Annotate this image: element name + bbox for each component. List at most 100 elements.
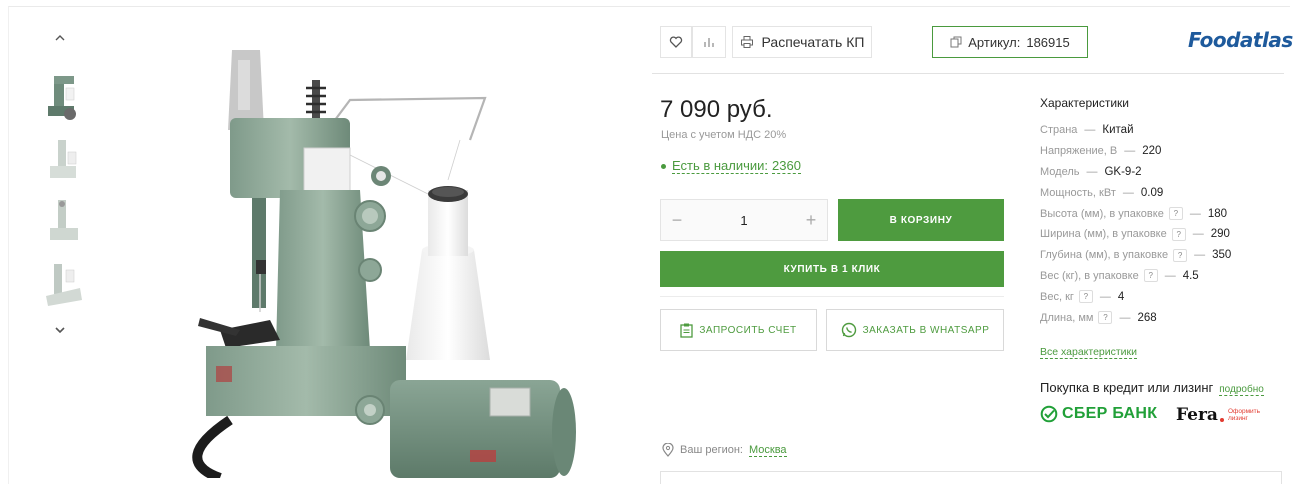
stock-label: Есть в наличии:	[672, 158, 769, 174]
spec-label: Высота (мм), в упаковке	[1040, 207, 1164, 220]
spec-label: Ширина (мм), в упаковке	[1040, 228, 1167, 241]
thumbnail-1[interactable]	[40, 70, 88, 124]
help-icon[interactable]: ?	[1168, 207, 1183, 221]
copy-icon	[950, 36, 962, 48]
credit-more-link[interactable]: подробно	[1219, 384, 1264, 396]
spec-value: 4	[1117, 290, 1125, 303]
sku-label: Артикул:	[968, 34, 1021, 50]
spec-row: Мощность, кВт — 0.09	[1040, 182, 1231, 203]
spec-row: Высота (мм), в упаковке? — 180	[1040, 203, 1231, 224]
foodatlas-logo[interactable]: Foodatlas	[1188, 28, 1296, 52]
spec-row: Напряжение, В — 220	[1040, 141, 1231, 162]
vat-note: Цена с учетом НДС 20%	[661, 129, 787, 141]
spec-value: 180	[1207, 207, 1228, 220]
spec-value: 0.09	[1140, 186, 1164, 199]
delivery-info-box	[660, 471, 1282, 484]
fera-dot-icon	[1219, 418, 1224, 422]
spec-value: Китай	[1102, 124, 1134, 137]
thumbnails-down-chevron-icon[interactable]	[52, 322, 68, 338]
spec-value: 268	[1137, 311, 1157, 324]
spec-separator: —	[1086, 165, 1098, 178]
product-toolbar: Распечатать КП Артикул: 186915 Foodatlas	[652, 26, 1296, 74]
fera-caption-line: Оформить	[1227, 408, 1261, 415]
spec-label: Мощность, кВт	[1040, 186, 1116, 199]
printer-icon	[740, 36, 753, 48]
credit-label: Покупка в кредит или лизинг	[1040, 380, 1214, 395]
quantity-increase-button[interactable]: +	[795, 210, 827, 231]
region-city-link[interactable]: Москва	[748, 444, 787, 457]
fera-logo[interactable]: Fera Оформить лизинг	[1176, 405, 1260, 425]
quantity-stepper: − 1 +	[660, 199, 828, 241]
fera-text: Fera	[1176, 405, 1218, 425]
spec-label: Модель	[1040, 165, 1080, 178]
favorite-button[interactable]	[660, 26, 692, 58]
spec-row: Вес (кг), в упаковке? — 4.5	[1040, 266, 1231, 287]
stock-count: 2360	[772, 158, 801, 174]
whatsapp-order-label: ЗАКАЗАТЬ В WHATSAPP	[862, 324, 990, 336]
spec-row: Страна — Китай	[1040, 120, 1231, 141]
spec-row: Ширина (мм), в упаковке? — 290	[1040, 224, 1231, 245]
help-icon[interactable]: ?	[1098, 311, 1113, 325]
sku-copy-button[interactable]: Артикул: 186915	[932, 26, 1088, 58]
fera-caption-line: лизинг	[1227, 415, 1248, 422]
spec-value: 4.5	[1182, 269, 1199, 282]
specs-list: Страна — Китай Напряжение, В — 220 Модель — GK…	[1040, 120, 1231, 328]
location-pin-icon	[662, 443, 674, 457]
quantity-input[interactable]: 1	[693, 213, 795, 228]
spec-row: Глубина (мм), в упаковке? — 350	[1040, 245, 1231, 266]
spec-value: 290	[1210, 228, 1230, 241]
spec-separator: —	[1192, 228, 1204, 241]
thumbnail-4[interactable]	[40, 256, 88, 310]
sberbank-logo[interactable]: СБЕР БАНК	[1040, 405, 1157, 423]
spec-separator: —	[1119, 311, 1131, 324]
whatsapp-order-button[interactable]: ЗАКАЗАТЬ В WHATSAPP	[826, 309, 1004, 351]
spec-label: Длина, мм	[1040, 311, 1094, 324]
request-invoice-button[interactable]: ЗАПРОСИТЬ СЧЕТ	[660, 309, 817, 351]
thumbnail-3[interactable]	[40, 194, 88, 248]
product-main-image[interactable]	[160, 40, 600, 478]
buy-one-click-button[interactable]: КУПИТЬ В 1 КЛИК	[660, 251, 1004, 287]
spec-row: Вес, кг? — 4	[1040, 286, 1231, 307]
help-icon[interactable]: ?	[1171, 227, 1186, 241]
help-icon[interactable]: ?	[1143, 269, 1158, 283]
help-icon[interactable]: ?	[1078, 290, 1093, 304]
sku-value: 186915	[1026, 34, 1070, 50]
credit-leasing: Покупка в кредит или лизинг подробно	[1040, 380, 1264, 396]
spec-separator: —	[1194, 249, 1206, 262]
check-circle-icon	[1040, 405, 1058, 423]
sberbank-text: СБЕР БАНК	[1062, 405, 1158, 422]
spec-label: Вес (кг), в упаковке	[1040, 269, 1139, 282]
print-offer-button[interactable]: Распечатать КП	[732, 26, 872, 58]
request-invoice-label: ЗАПРОСИТЬ СЧЕТ	[699, 324, 797, 336]
divider	[660, 296, 1004, 297]
spec-label: Вес, кг	[1040, 290, 1074, 303]
whatsapp-icon	[841, 322, 856, 338]
stock-status[interactable]: Есть в наличии: 2360	[661, 158, 801, 174]
all-specs-link[interactable]: Все характеристики	[1040, 346, 1137, 359]
thumbnails-up-chevron-icon[interactable]	[52, 30, 68, 46]
spec-separator: —	[1122, 186, 1134, 199]
fera-caption: Оформить лизинг	[1228, 408, 1260, 422]
quantity-decrease-button[interactable]: −	[661, 210, 693, 231]
spec-label: Глубина (мм), в упаковке	[1040, 249, 1169, 262]
region-selector: Ваш регион: Москва	[662, 443, 787, 457]
stock-dot-icon	[661, 163, 666, 169]
heart-icon	[669, 36, 683, 48]
spec-value: 350	[1212, 249, 1232, 262]
spec-value: GK-9-2	[1104, 165, 1142, 178]
spec-separator: —	[1084, 124, 1096, 137]
spec-separator: —	[1164, 269, 1176, 282]
spec-row: Длина, мм? — 268	[1040, 307, 1231, 328]
help-icon[interactable]: ?	[1173, 248, 1188, 262]
bar-chart-icon	[704, 38, 714, 47]
compare-button[interactable]	[692, 26, 726, 58]
add-to-cart-button[interactable]: В КОРЗИНУ	[838, 199, 1004, 241]
thumbnail-2[interactable]	[40, 132, 88, 186]
spec-row: Модель — GK-9-2	[1040, 162, 1231, 183]
spec-label: Напряжение, В	[1040, 145, 1118, 158]
spec-label: Страна	[1040, 124, 1078, 137]
spec-value: 220	[1142, 145, 1162, 158]
product-price: 7 090 руб.	[660, 96, 773, 123]
print-offer-label: Распечатать КП	[761, 34, 865, 50]
clipboard-icon	[680, 323, 694, 338]
